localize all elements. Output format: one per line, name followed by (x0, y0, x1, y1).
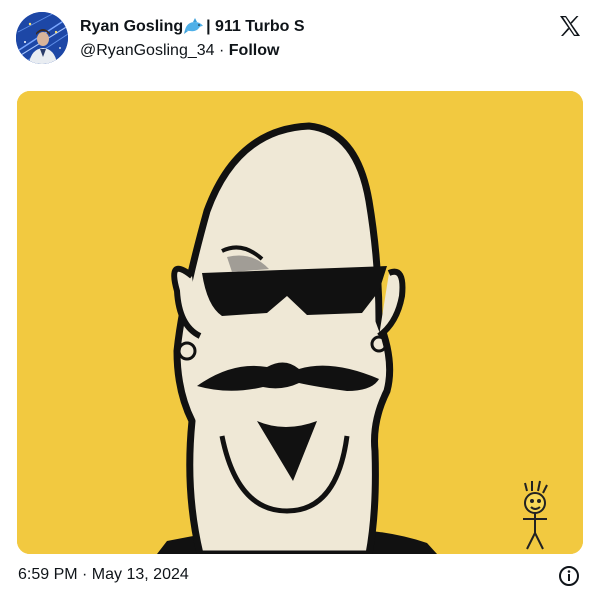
author-name-row[interactable]: Ryan Gosling | 911 Turbo S (80, 16, 305, 38)
author-name-suffix: | 911 Turbo S (206, 18, 305, 35)
tweet-header: Ryan Gosling | 911 Turbo S @RyanGosling_… (0, 0, 600, 80)
tweet-image[interactable] (17, 91, 583, 554)
author-handle[interactable]: @RyanGosling_34 (80, 42, 215, 59)
info-icon[interactable] (558, 565, 580, 587)
handle-separator: · (219, 42, 225, 59)
author-block: Ryan Gosling | 911 Turbo S @RyanGosling_… (80, 16, 305, 62)
avatar[interactable] (16, 12, 68, 64)
cartoon-illustration (17, 91, 583, 554)
author-name[interactable]: Ryan Gosling (80, 16, 183, 38)
handle-row: @RyanGosling_34 · Follow (80, 40, 305, 62)
follow-button[interactable]: Follow (229, 42, 280, 59)
tweet-timestamp[interactable]: 6:59 PM · May 13, 2024 (18, 565, 189, 585)
x-logo-icon[interactable] (558, 14, 582, 38)
dolphin-icon (184, 18, 204, 36)
avatar-image (16, 12, 68, 64)
